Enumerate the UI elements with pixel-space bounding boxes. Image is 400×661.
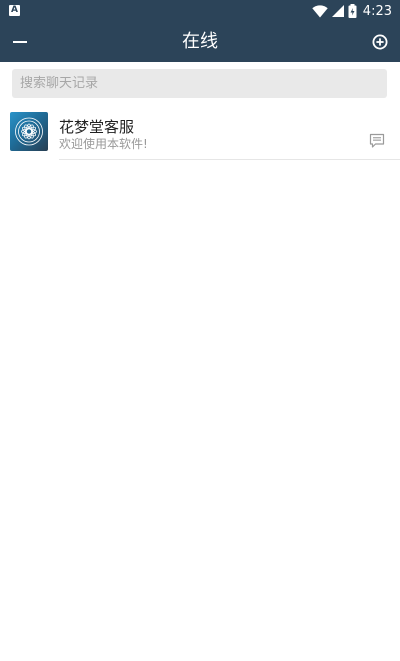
conversation-preview: 欢迎使用本软件! <box>59 137 148 151</box>
row-divider <box>59 159 400 160</box>
search-placeholder: 搜索聊天记录 <box>20 76 99 91</box>
app-screen: A 4:23 在线 搜索聊天记录 花梦堂客服 欢迎使用本软件! <box>0 0 400 661</box>
cell-signal-icon <box>331 5 344 17</box>
search-input[interactable]: 搜索聊天记录 <box>12 69 387 98</box>
message-icon[interactable] <box>369 133 385 149</box>
page-title: 在线 <box>182 31 218 52</box>
conversation-name: 花梦堂客服 <box>59 118 135 136</box>
mandala-logo <box>15 117 43 146</box>
battery-charging-icon <box>348 4 357 18</box>
status-indicators: 4:23 <box>312 0 392 22</box>
conversation-row[interactable]: 花梦堂客服 欢迎使用本软件! <box>0 104 400 160</box>
status-time: 4:23 <box>362 3 392 19</box>
toolbar: 在线 <box>0 22 400 62</box>
add-button[interactable] <box>360 22 400 62</box>
wifi-icon <box>312 4 328 17</box>
add-circle-icon <box>372 34 388 50</box>
minus-icon <box>13 41 27 43</box>
notification-app-letter: A <box>11 5 18 15</box>
notification-app-icon: A <box>9 5 20 16</box>
avatar <box>10 112 48 151</box>
minus-button[interactable] <box>0 22 40 62</box>
status-bar: A 4:23 <box>0 0 400 22</box>
